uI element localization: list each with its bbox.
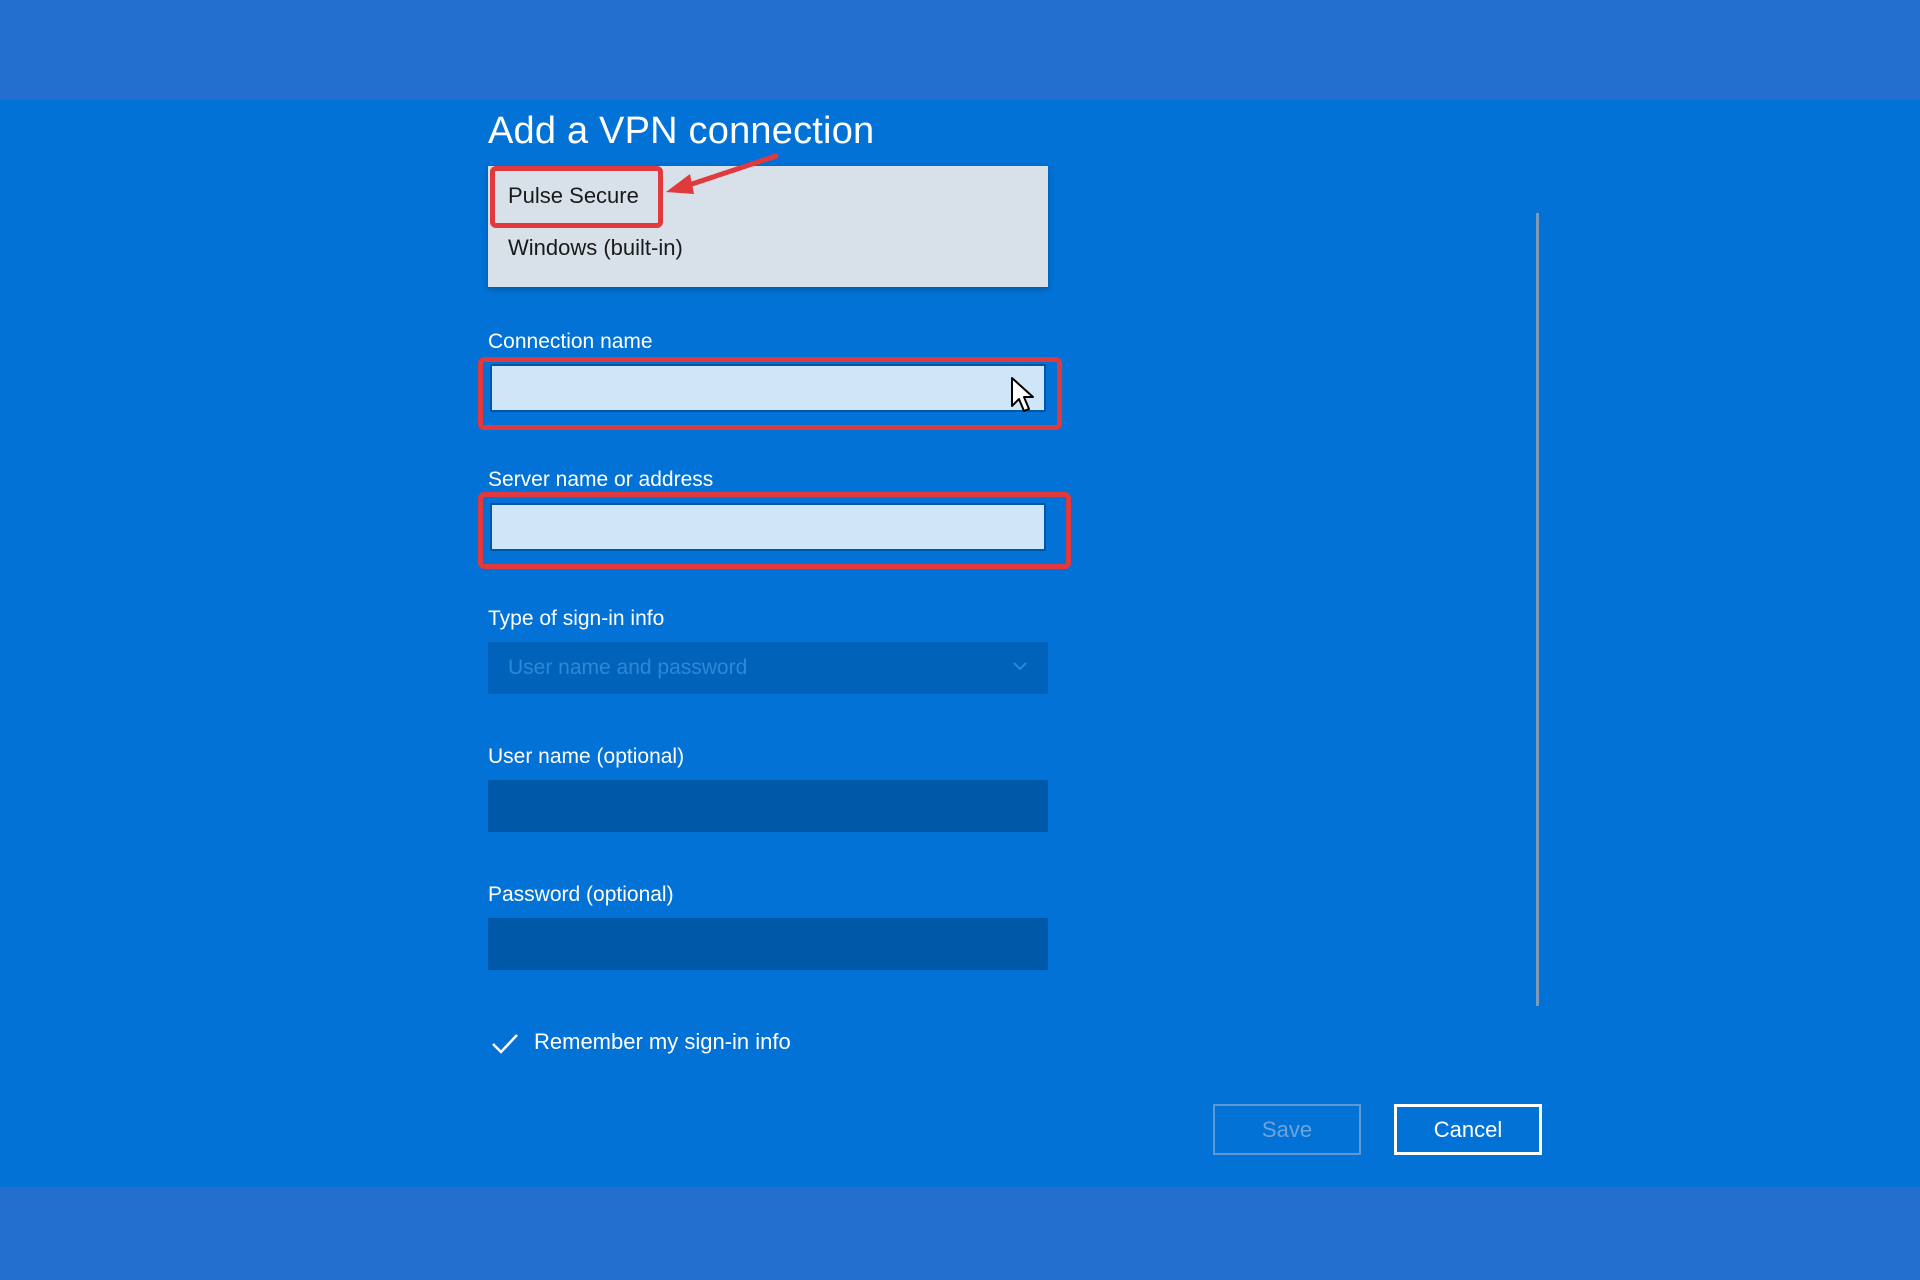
save-button[interactable]: Save (1213, 1104, 1361, 1155)
sign-in-type-select[interactable]: User name and password (488, 642, 1048, 694)
checkmark-icon[interactable] (488, 1027, 522, 1061)
remember-sign-in-label[interactable]: Remember my sign-in info (534, 1029, 791, 1055)
password-input[interactable] (488, 918, 1048, 970)
mouse-cursor-icon (1011, 377, 1034, 412)
chevron-down-icon (1013, 662, 1027, 671)
highlight-server-name (478, 492, 1071, 569)
connection-name-label: Connection name (488, 330, 653, 353)
username-input[interactable] (488, 780, 1048, 832)
highlight-pulse-secure (490, 166, 663, 228)
username-label: User name (optional) (488, 745, 685, 768)
scrollbar[interactable] (1536, 213, 1539, 1006)
backdrop-top (0, 0, 1920, 100)
server-name-label: Server name or address (488, 468, 714, 491)
cancel-button[interactable]: Cancel (1394, 1104, 1542, 1155)
password-label: Password (optional) (488, 883, 674, 906)
highlight-connection-name (478, 357, 1062, 430)
provider-option-windows-builtin[interactable]: Windows (built-in) (488, 224, 1048, 272)
backdrop-bottom (0, 1187, 1920, 1280)
sign-in-type-label: Type of sign-in info (488, 607, 665, 630)
sign-in-type-value: User name and password (508, 656, 748, 679)
dialog-title: Add a VPN connection (488, 110, 875, 152)
pointer-arrow-icon (666, 153, 779, 194)
